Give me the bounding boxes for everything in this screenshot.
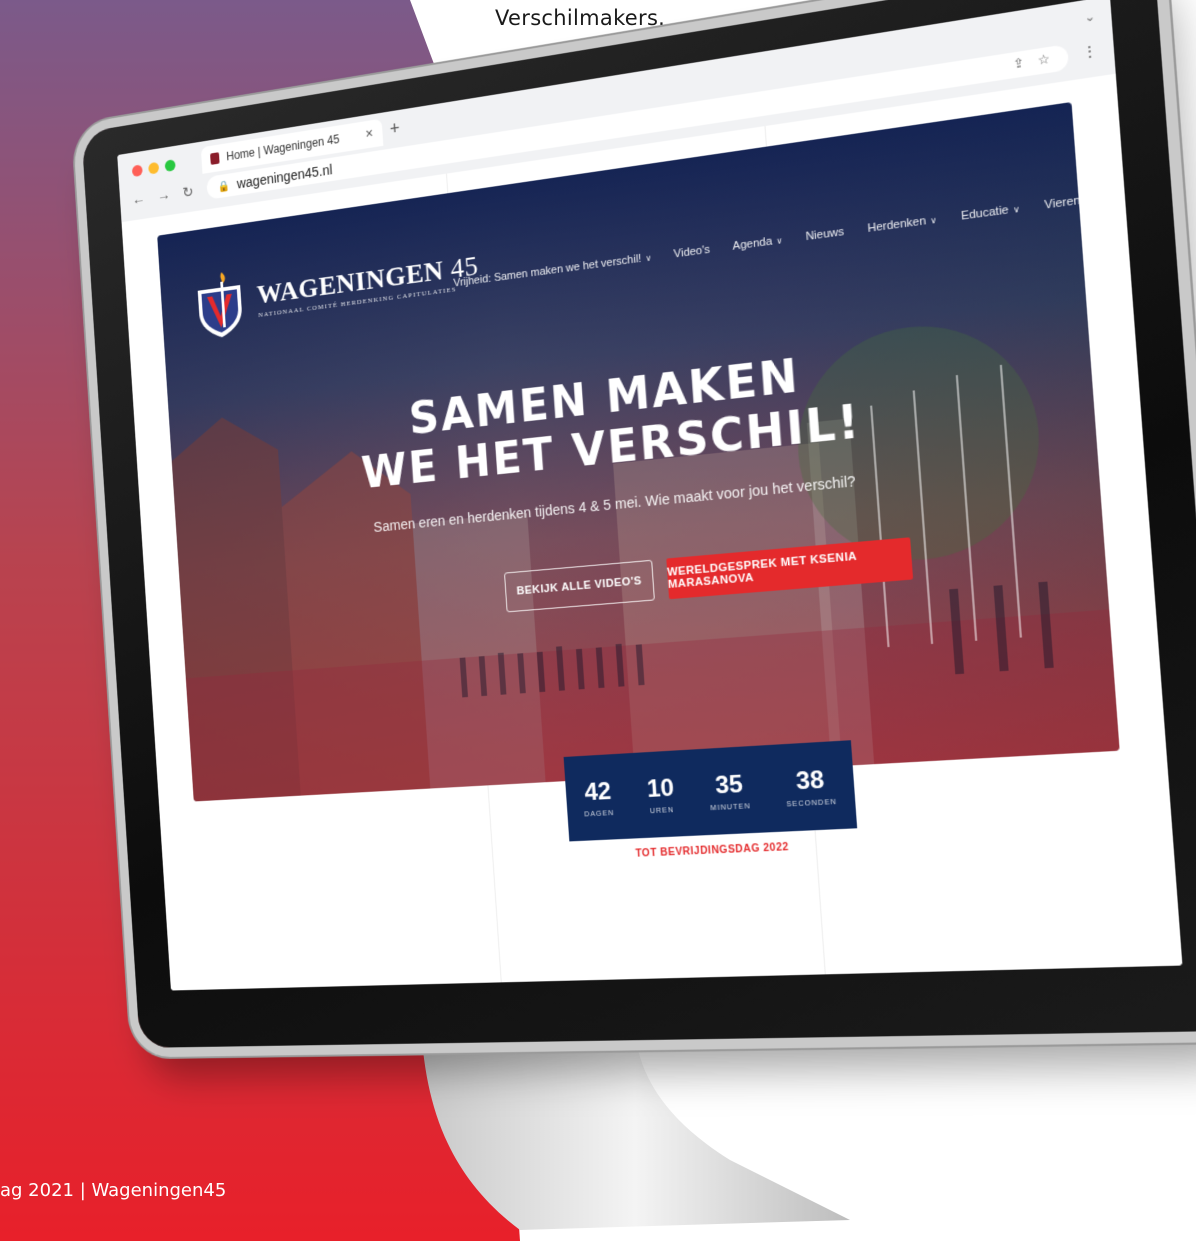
logo-text: WAGENINGEN 45 NATIONAAL COMITÉ HERDENKIN… (256, 251, 480, 319)
screen: Home | Wageningen 45 × + ⌄ ← → ↻ 🔒 wagen… (117, 0, 1182, 991)
tab-list-chevron-icon[interactable]: ⌄ (1084, 9, 1096, 25)
caption-top: Verschilmakers. (495, 6, 665, 30)
chevron-down-icon: ∨ (776, 236, 783, 246)
reload-icon[interactable]: ↻ (182, 183, 194, 202)
chevron-down-icon: ∨ (1013, 204, 1020, 214)
lock-icon[interactable]: 🔒 (217, 179, 230, 193)
hero-section: WAGENINGEN 45 NATIONAAL COMITÉ HERDENKIN… (157, 102, 1120, 801)
chevron-down-icon: ∨ (930, 215, 937, 225)
nav-buttons: ← → ↻ (132, 183, 194, 209)
bookmark-star-icon[interactable]: ☆ (1037, 51, 1050, 68)
close-window-button[interactable] (132, 164, 143, 177)
countdown-minutes: 35 MINUTEN (708, 770, 751, 812)
tab-close-icon[interactable]: × (365, 125, 374, 142)
nav-item-organisatie[interactable]: Organisatie∨ (1105, 181, 1119, 204)
favicon-icon (210, 152, 220, 165)
countdown-label: UREN (648, 806, 676, 814)
countdown-value: 35 (708, 770, 750, 801)
shield-logo-icon (191, 267, 248, 342)
nav-label: Organisatie (1105, 182, 1119, 204)
minimize-window-button[interactable] (148, 162, 159, 175)
countdown-hours: 10 UREN (646, 774, 676, 815)
countdown-seconds: 38 SECONDEN (784, 765, 837, 808)
back-icon[interactable]: ← (132, 190, 146, 209)
countdown-caption: TOT BEVRIJDINGSDAG 2022 (570, 839, 859, 863)
caption-bottom: ag 2021 | Wageningen45 (0, 1180, 226, 1201)
chevron-down-icon: ∨ (645, 253, 652, 263)
countdown-label: DAGEN (584, 809, 614, 818)
countdown-value: 10 (646, 774, 675, 804)
monitor: Home | Wageningen 45 × + ⌄ ← → ↻ 🔒 wagen… (153, 28, 1183, 999)
maximize-window-button[interactable] (165, 159, 176, 172)
forward-icon[interactable]: → (157, 187, 171, 206)
new-tab-button[interactable]: + (389, 118, 400, 140)
share-icon[interactable]: ⇪ (1012, 55, 1024, 72)
countdown-days: 42 DAGEN (582, 777, 614, 818)
countdown-value: 38 (784, 765, 837, 797)
browser-menu-icon[interactable]: ⋮ (1081, 42, 1098, 63)
countdown-label: SECONDEN (786, 798, 837, 808)
window-controls (132, 159, 176, 177)
countdown-value: 42 (582, 777, 614, 807)
web-page: WAGENINGEN 45 NATIONAAL COMITÉ HERDENKIN… (122, 74, 1183, 991)
countdown-label: MINUTEN (710, 803, 751, 812)
countdown-timer: 42 DAGEN 10 UREN 35 MINUTEN 38 SECONDEN (564, 740, 858, 841)
